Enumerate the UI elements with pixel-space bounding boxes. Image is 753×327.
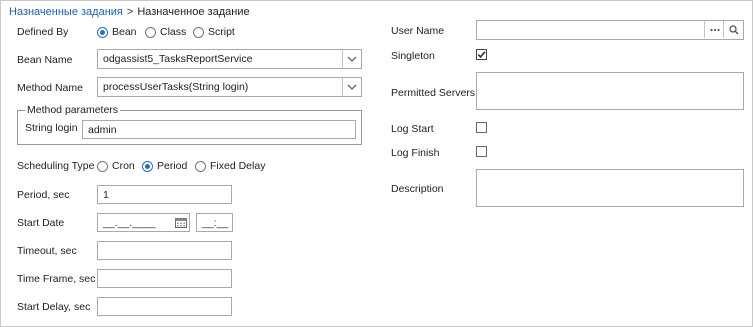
radio-cron-indicator [97, 160, 108, 172]
radio-class[interactable]: Class [145, 26, 186, 38]
start-time-value: __:__ [202, 216, 229, 229]
description-label: Description [391, 183, 444, 195]
radio-script[interactable]: Script [193, 26, 235, 38]
start-date-label: Start Date [17, 217, 65, 229]
start-delay-input[interactable] [97, 297, 232, 316]
time-frame-input[interactable] [97, 269, 232, 288]
permitted-servers-textarea[interactable] [476, 72, 744, 110]
description-textarea[interactable] [476, 169, 744, 207]
defined-by-label: Defined By [17, 26, 69, 38]
calendar-icon[interactable] [173, 214, 189, 231]
method-name-value: processUserTasks(String login) [103, 81, 249, 93]
radio-fixed-delay-label: Fixed Delay [210, 160, 266, 172]
method-name-label: Method Name [17, 82, 83, 94]
string-login-input[interactable]: admin [82, 120, 356, 139]
radio-class-indicator [145, 26, 156, 38]
period-label: Period, sec [17, 189, 70, 201]
bean-name-select[interactable]: odgassist5_TasksReportService [97, 49, 362, 69]
period-input[interactable]: 1 [97, 185, 232, 204]
radio-bean-label: Bean [112, 26, 137, 38]
radio-class-label: Class [160, 26, 187, 38]
user-name-label: User Name [391, 25, 445, 37]
start-time-input[interactable]: __:__ [196, 213, 233, 232]
search-icon[interactable] [723, 21, 743, 38]
radio-bean[interactable]: Bean [97, 26, 137, 38]
chevron-down-icon[interactable] [342, 78, 361, 96]
log-finish-label: Log Finish [391, 147, 440, 159]
checkmark-icon [477, 51, 486, 59]
scheduling-type-label: Scheduling Type [17, 160, 95, 172]
task-form: Назначенные задания > Назначенное задание … [0, 0, 753, 327]
timeout-label: Timeout, sec [17, 245, 77, 257]
breadcrumb-separator: > [126, 6, 134, 18]
breadcrumb-current: Назначенное задание [137, 6, 250, 18]
log-start-checkbox[interactable] [476, 122, 487, 133]
radio-period[interactable]: Period [142, 160, 187, 172]
start-delay-label: Start Delay, sec [17, 301, 91, 313]
ellipsis-icon[interactable] [704, 21, 724, 38]
radio-script-indicator [193, 26, 204, 38]
timeout-input[interactable] [97, 241, 232, 260]
radio-bean-indicator [97, 26, 108, 38]
time-frame-label: Time Frame, sec [17, 273, 96, 285]
radio-period-label: Period [157, 160, 188, 172]
radio-fixed-delay[interactable]: Fixed Delay [195, 160, 265, 172]
log-finish-checkbox[interactable] [476, 146, 487, 157]
singleton-checkbox[interactable] [476, 49, 487, 60]
radio-cron-label: Cron [112, 160, 135, 172]
bean-name-value: odgassist5_TasksReportService [103, 53, 253, 65]
radio-cron[interactable]: Cron [97, 160, 135, 172]
method-name-select[interactable]: processUserTasks(String login) [97, 77, 362, 97]
radio-fixed-delay-indicator [195, 160, 206, 172]
radio-script-label: Script [208, 26, 235, 38]
breadcrumb: Назначенные задания > Назначенное задание [9, 6, 250, 18]
method-parameters-legend: Method parameters [25, 104, 121, 116]
log-start-label: Log Start [391, 123, 434, 135]
string-login-label: String login [25, 122, 78, 134]
chevron-down-icon[interactable] [342, 50, 361, 68]
start-date-value: __.__.____ [103, 216, 156, 229]
breadcrumb-parent-link[interactable]: Назначенные задания [9, 6, 123, 18]
bean-name-label: Bean Name [17, 54, 73, 66]
singleton-label: Singleton [391, 50, 435, 62]
radio-period-indicator [142, 160, 153, 172]
permitted-servers-label: Permitted Servers [391, 87, 476, 99]
